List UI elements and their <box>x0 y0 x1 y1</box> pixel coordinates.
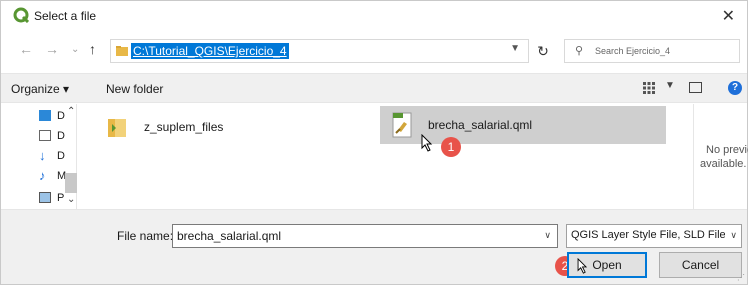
open-button-label: Open <box>592 258 622 272</box>
address-dropdown-icon[interactable]: ▼ <box>510 43 520 54</box>
qml-file-icon <box>392 112 412 138</box>
folder-icon <box>116 46 128 56</box>
music-icon: ♪ <box>39 168 46 183</box>
open-button[interactable]: Open <box>567 252 647 278</box>
file-type-dropdown-icon[interactable]: ∨ <box>730 230 737 241</box>
nav-item-pictures[interactable]: P <box>39 190 65 206</box>
preview-pane-icon[interactable] <box>689 82 702 93</box>
scrollbar-thumb[interactable] <box>65 173 77 193</box>
organize-button[interactable]: Organize ▾ <box>11 82 69 96</box>
help-icon[interactable]: ? <box>728 81 742 95</box>
file-name-input[interactable]: brecha_salarial.qml ∨ <box>172 224 558 248</box>
mouse-cursor-icon <box>421 134 433 152</box>
cancel-button[interactable]: Cancel <box>659 252 742 278</box>
bottom-bar: File name: brecha_salarial.qml ∨ QGIS La… <box>1 209 747 284</box>
step-badge-1: 1 <box>441 137 461 157</box>
preview-text-line1: No preview <box>706 144 748 156</box>
view-options-icon[interactable] <box>643 82 655 94</box>
new-folder-button[interactable]: New folder <box>106 82 163 96</box>
file-dialog-window: Select a file ✕ ← → ⌄ ↑ C:\Tutorial_QGIS… <box>0 0 748 285</box>
search-icon: ⚲ <box>575 45 584 57</box>
file-list: z_suplem_files brecha_salarial.qml 1 <box>78 104 692 209</box>
file-type-value: QGIS Layer Style File, SLD File (* <box>571 229 725 241</box>
documents-icon <box>39 130 51 141</box>
downloads-icon: ↓ <box>39 148 46 163</box>
folder-icon <box>108 119 126 137</box>
file-name-dropdown-icon[interactable]: ∨ <box>544 230 551 241</box>
preview-text-line2: available. <box>700 158 747 170</box>
cancel-button-label: Cancel <box>681 258 720 272</box>
search-box[interactable]: ⚲ Search Ejercicio_4 <box>564 39 740 63</box>
file-name: brecha_salarial.qml <box>428 118 533 132</box>
nav-item-label: D <box>57 110 65 122</box>
close-icon[interactable]: ✕ <box>722 6 735 26</box>
scroll-up-icon[interactable]: ⌃ <box>67 106 75 117</box>
search-placeholder: Search Ejercicio_4 <box>595 46 671 56</box>
file-name-value: brecha_salarial.qml <box>177 229 282 243</box>
recent-dropdown-icon[interactable]: ⌄ <box>71 44 79 55</box>
preview-pane: No preview available. <box>693 104 748 209</box>
navigation-pane: D D ↓ D ♪ M P <box>1 104 77 209</box>
forward-icon[interactable]: → <box>45 41 59 57</box>
mouse-cursor-icon <box>577 258 588 274</box>
refresh-icon[interactable]: ↻ <box>529 39 557 63</box>
nav-item-label: P <box>57 192 65 204</box>
address-path[interactable]: C:\Tutorial_QGIS\Ejercicio_4 <box>131 43 289 59</box>
desktop-icon <box>39 110 51 121</box>
address-row: ← → ⌄ ↑ C:\Tutorial_QGIS\Ejercicio_4 ▼ ↻… <box>1 37 747 65</box>
nav-item-label: D <box>57 150 65 162</box>
nav-item-documents[interactable]: D <box>39 128 65 144</box>
up-icon[interactable]: ↑ <box>89 41 96 57</box>
file-name-label: File name: <box>117 229 174 243</box>
nav-item-label: D <box>57 130 65 142</box>
window-title: Select a file <box>34 9 97 23</box>
file-type-select[interactable]: QGIS Layer Style File, SLD File (* ∨ <box>566 224 742 248</box>
nav-item-desktop[interactable]: D <box>39 108 65 124</box>
nav-item-music[interactable]: ♪ M <box>39 168 66 184</box>
list-item[interactable]: z_suplem_files <box>96 108 336 146</box>
qgis-logo-icon <box>13 7 29 23</box>
resize-grip-icon[interactable]: ⋰ <box>737 273 745 282</box>
file-name: z_suplem_files <box>144 120 224 134</box>
back-icon[interactable]: ← <box>19 41 33 57</box>
pictures-icon <box>39 192 51 203</box>
view-dropdown-icon[interactable]: ▼ <box>665 80 675 91</box>
title-bar: Select a file ✕ <box>1 1 747 31</box>
address-bar[interactable]: C:\Tutorial_QGIS\Ejercicio_4 ▼ <box>110 39 529 63</box>
command-toolbar: Organize ▾ New folder ▼ ? <box>1 73 747 103</box>
nav-item-downloads[interactable]: ↓ D <box>39 148 65 164</box>
scroll-down-icon[interactable]: ⌄ <box>67 194 75 205</box>
